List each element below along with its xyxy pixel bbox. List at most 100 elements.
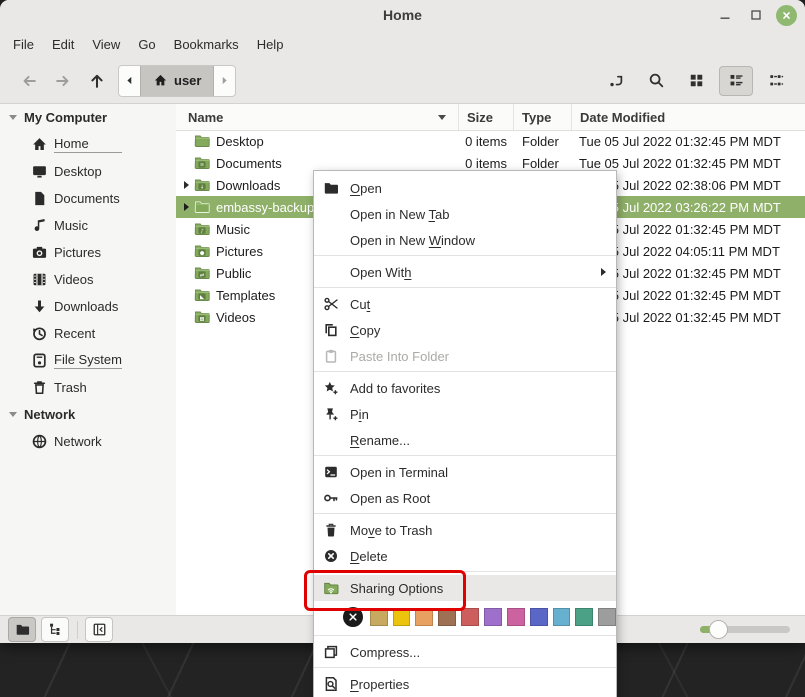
menu-item-rename[interactable]: Rename...	[314, 427, 616, 453]
titlebar[interactable]: Home	[0, 0, 805, 31]
menu-item-label: Open	[350, 181, 382, 196]
menu-item-label: Paste Into Folder	[350, 349, 449, 364]
color-swatch-5[interactable]	[484, 608, 502, 626]
menu-item-open[interactable]: Open	[314, 175, 616, 201]
menu-item-label: Open in New Tab	[350, 207, 450, 222]
svg-text:▦: ▦	[200, 316, 205, 322]
hide-sidebar-toggle-button[interactable]	[85, 617, 113, 642]
minimize-button[interactable]	[714, 4, 736, 26]
close-button[interactable]	[776, 5, 797, 26]
sidebar-item-videos[interactable]: Videos	[0, 266, 176, 293]
folder-templates-icon: ◣	[192, 287, 216, 303]
column-header-type[interactable]: Type	[514, 104, 572, 130]
menu-item-copy[interactable]: Copy	[314, 317, 616, 343]
menu-item-open-in-terminal[interactable]: Open in Terminal	[314, 459, 616, 485]
menu-item-add-to-favorites[interactable]: Add to favorites	[314, 375, 616, 401]
menu-item-open-in-new-window[interactable]: Open in New Window	[314, 227, 616, 253]
up-button[interactable]	[80, 66, 114, 96]
treeview-toggle-button[interactable]	[41, 617, 69, 642]
menubar-item-edit[interactable]: Edit	[43, 34, 83, 55]
search-button[interactable]	[639, 66, 673, 96]
file-date-modified: Tue 05 Jul 2022 01:32:45 PM MDT	[572, 156, 805, 171]
maximize-button[interactable]	[745, 4, 767, 26]
menu-item-properties[interactable]: Properties	[314, 671, 616, 697]
menu-item-sharing-options[interactable]: Sharing Options	[314, 575, 616, 601]
zoom-slider[interactable]	[700, 626, 790, 633]
menu-item-compress[interactable]: Compress...	[314, 639, 616, 665]
row-expander[interactable]	[180, 203, 192, 211]
breadcrumb: user	[118, 65, 236, 97]
statusbar-separator	[77, 621, 78, 639]
column-header-date-modified[interactable]: Date Modified	[572, 104, 805, 130]
menubar-item-file[interactable]: File	[4, 34, 43, 55]
color-swatch-1[interactable]	[393, 608, 411, 626]
zoom-slider-handle[interactable]	[709, 620, 728, 639]
breadcrumb-right-arrow[interactable]	[214, 66, 235, 96]
menubar-item-bookmarks[interactable]: Bookmarks	[165, 34, 248, 55]
column-header-size[interactable]: Size	[459, 104, 514, 130]
color-swatch-3[interactable]	[438, 608, 456, 626]
sidebar-item-home[interactable]: Home	[0, 131, 176, 158]
clear-color-button[interactable]	[343, 607, 363, 627]
sidebar-section-label: Network	[24, 407, 75, 422]
color-swatch-10[interactable]	[598, 608, 616, 626]
color-swatch-6[interactable]	[507, 608, 525, 626]
sidebar-item-label: Home	[54, 136, 122, 153]
icon-view-button[interactable]	[679, 66, 713, 96]
menu-item-pin[interactable]: Pin	[314, 401, 616, 427]
section-expander-icon[interactable]	[9, 412, 17, 417]
sidebar-section-network[interactable]: Network	[0, 401, 176, 428]
column-header-name[interactable]: Name	[176, 104, 459, 130]
menubar-item-go[interactable]: Go	[129, 34, 164, 55]
file-name: Desktop	[216, 134, 264, 149]
menu-separator	[314, 371, 616, 372]
breadcrumb-segment-user[interactable]: user	[140, 66, 214, 96]
menu-item-move-to-trash[interactable]: Move to Trash	[314, 517, 616, 543]
menubar-item-view[interactable]: View	[83, 34, 129, 55]
shared-folder-icon	[323, 580, 339, 596]
menu-item-open-as-root[interactable]: Open as Root	[314, 485, 616, 511]
list-view-button[interactable]	[719, 66, 753, 96]
forward-button[interactable]	[46, 66, 80, 96]
menubar-item-help[interactable]: Help	[248, 34, 293, 55]
sidebar-item-desktop[interactable]: Desktop	[0, 158, 176, 185]
menu-item-open-in-new-tab[interactable]: Open in New Tab	[314, 201, 616, 227]
sidebar-item-file-system[interactable]: File System	[0, 347, 176, 374]
sidebar-section-my-computer[interactable]: My Computer	[0, 104, 176, 131]
menu-item-delete[interactable]: Delete	[314, 543, 616, 569]
section-expander-icon[interactable]	[9, 115, 17, 120]
folder-icon	[323, 180, 339, 196]
sidebar-item-trash[interactable]: Trash	[0, 374, 176, 401]
sidebar-item-documents[interactable]: Documents	[0, 185, 176, 212]
menu-item-label: Copy	[350, 323, 380, 338]
toggle-location-entry-button[interactable]	[599, 66, 633, 96]
menu-item-open-with[interactable]: Open With	[314, 259, 616, 285]
menu-item-cut[interactable]: Cut	[314, 291, 616, 317]
svg-text:↓: ↓	[200, 184, 204, 190]
sidebar-item-recent[interactable]: Recent	[0, 320, 176, 347]
breadcrumb-left-arrow[interactable]	[119, 66, 140, 96]
terminal-icon	[323, 464, 339, 480]
sidebar-item-downloads[interactable]: Downloads	[0, 293, 176, 320]
sidebar-item-pictures[interactable]: Pictures	[0, 239, 176, 266]
color-swatch-7[interactable]	[530, 608, 548, 626]
home-icon	[31, 136, 48, 153]
copy-icon	[323, 322, 339, 338]
desktop: Home FileEditViewGoBookmarksHelp	[0, 0, 805, 697]
row-expander[interactable]	[180, 181, 192, 189]
sidebar-item-music[interactable]: Music	[0, 212, 176, 239]
menu-icon-placeholder	[323, 264, 339, 280]
color-swatch-8[interactable]	[553, 608, 571, 626]
menu-item-label: Pin	[350, 407, 369, 422]
color-swatch-2[interactable]	[415, 608, 433, 626]
sidebar-item-network[interactable]: Network	[0, 428, 176, 455]
color-swatch-9[interactable]	[575, 608, 593, 626]
places-toggle-button[interactable]	[8, 617, 36, 642]
expander-triangle-icon	[184, 181, 189, 189]
color-swatch-4[interactable]	[461, 608, 479, 626]
back-button[interactable]	[12, 66, 46, 96]
compact-view-button[interactable]	[759, 66, 793, 96]
file-row-desktop[interactable]: Desktop0 itemsFolderTue 05 Jul 2022 01:3…	[176, 130, 805, 152]
file-name: Downloads	[216, 178, 280, 193]
color-swatch-0[interactable]	[370, 608, 388, 626]
